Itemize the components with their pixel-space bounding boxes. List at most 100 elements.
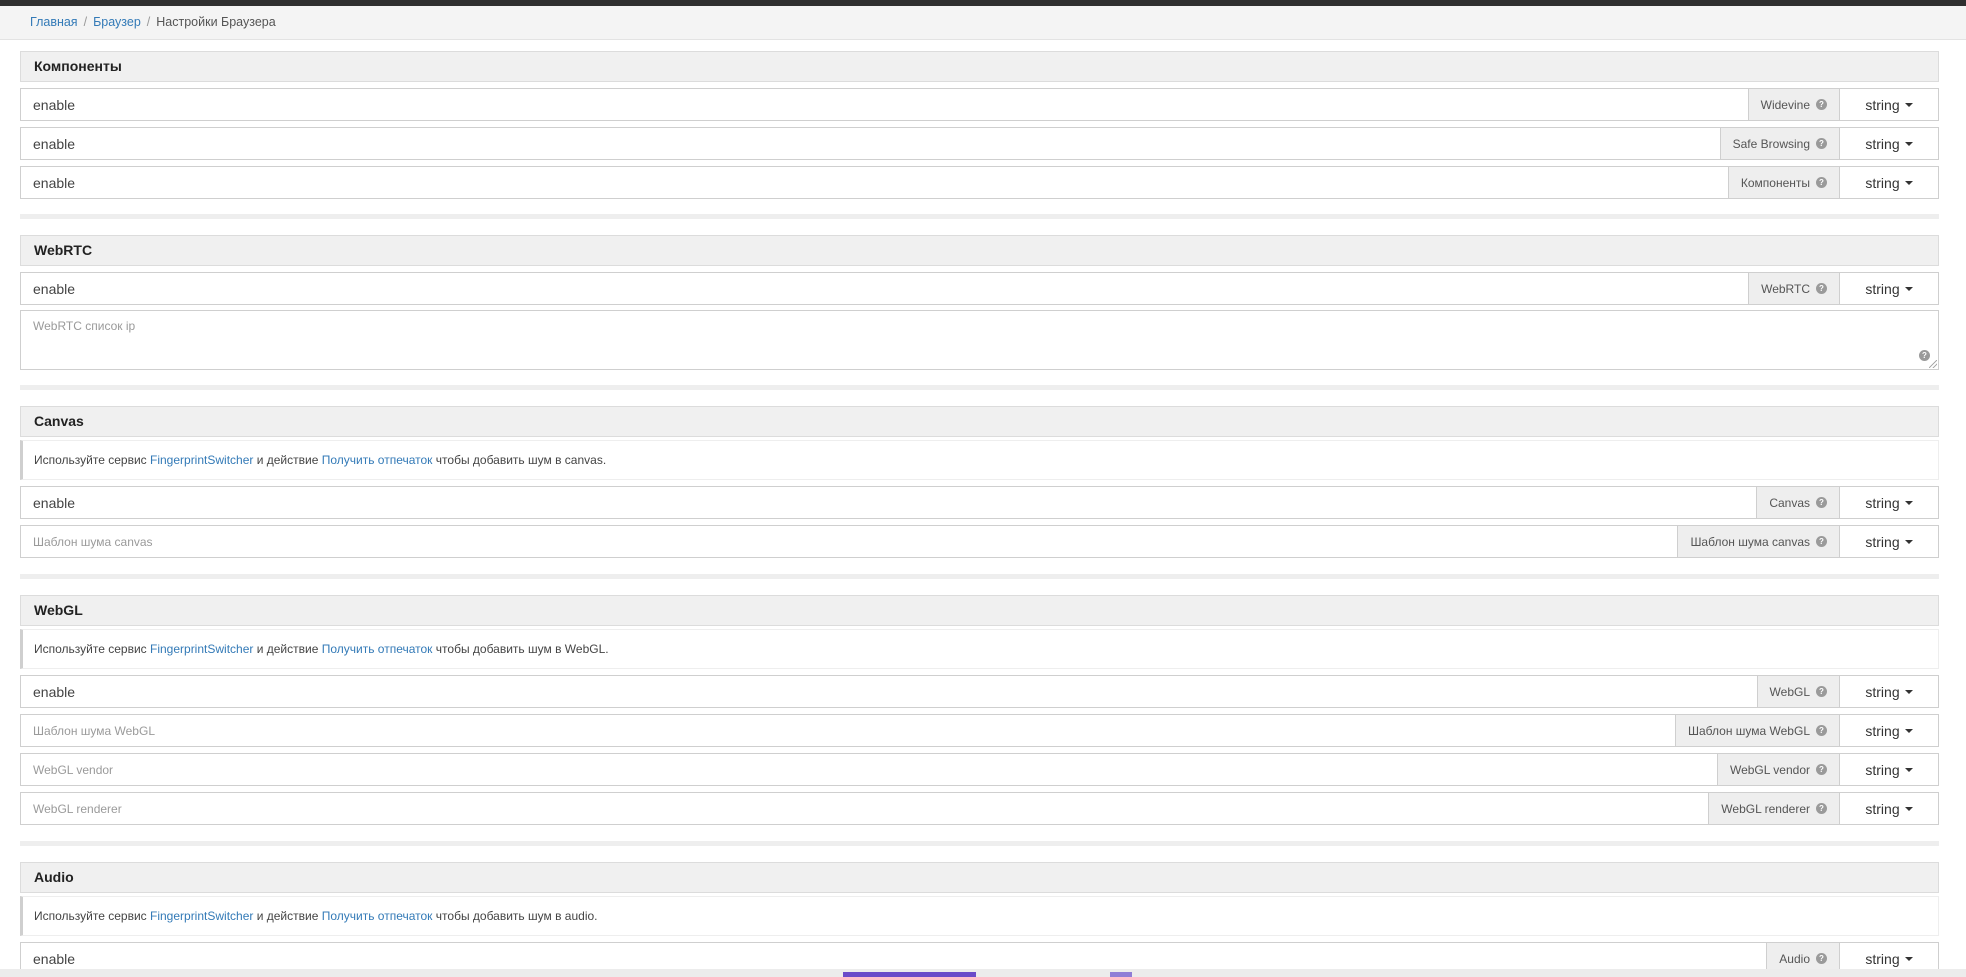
- help-icon[interactable]: ?: [1816, 953, 1827, 964]
- help-icon[interactable]: ?: [1816, 764, 1827, 775]
- get-fingerprint-link[interactable]: Получить отпечаток: [322, 642, 433, 656]
- canvas-input[interactable]: [20, 486, 1757, 519]
- section-divider: [20, 841, 1939, 846]
- webgl-vendor-label-text: WebGL vendor: [1729, 762, 1810, 777]
- help-icon[interactable]: ?: [1816, 497, 1827, 508]
- note-text: чтобы добавить шум в canvas.: [435, 453, 607, 467]
- webgl-label: WebGL?: [1756, 675, 1839, 708]
- canvas-noise-input[interactable]: [20, 525, 1678, 558]
- type-label: string: [1865, 533, 1900, 550]
- help-icon[interactable]: ?: [1816, 177, 1827, 188]
- get-fingerprint-link[interactable]: Получить отпечаток: [322, 453, 433, 467]
- breadcrumb-current: Настройки Браузера: [156, 15, 276, 29]
- components-label-text: Компоненты: [1740, 175, 1810, 190]
- type-label: string: [1865, 950, 1900, 967]
- webgl-type-dropdown[interactable]: string: [1839, 675, 1939, 708]
- webgl-renderer-row: WebGL renderer? string: [20, 792, 1939, 825]
- caret-down-icon: [1904, 500, 1913, 505]
- webgl-noise-label-text: Шаблон шума WebGL: [1688, 723, 1810, 738]
- bottom-indicator: [1110, 972, 1132, 977]
- resize-handle[interactable]: [1929, 360, 1937, 368]
- help-icon[interactable]: ?: [1816, 283, 1827, 294]
- type-label: string: [1865, 800, 1900, 817]
- webgl-renderer-label: WebGL renderer?: [1708, 792, 1839, 825]
- help-icon[interactable]: ?: [1816, 803, 1827, 814]
- bottom-bar: [0, 969, 1966, 977]
- type-label: string: [1865, 761, 1900, 778]
- section-title-canvas: Canvas: [20, 406, 1939, 437]
- note-text: Используйте сервис: [34, 642, 147, 656]
- note-text: и действие: [256, 642, 319, 656]
- get-fingerprint-link[interactable]: Получить отпечаток: [322, 909, 433, 923]
- webrtc-label: WebRTC?: [1748, 272, 1839, 305]
- type-label: string: [1865, 174, 1900, 191]
- webgl-renderer-input[interactable]: [20, 792, 1709, 825]
- canvas-info-note: Используйте сервис FingerprintSwitcher и…: [20, 440, 1939, 480]
- audio-info-note: Используйте сервис FingerprintSwitcher и…: [20, 896, 1939, 936]
- section-divider: [20, 214, 1939, 219]
- widevine-row: Widevine? string: [20, 88, 1939, 121]
- audio-label-text: Audio: [1779, 951, 1810, 966]
- type-label: string: [1865, 96, 1900, 113]
- note-text: и действие: [256, 909, 319, 923]
- webrtc-row: WebRTC? string: [20, 272, 1939, 305]
- webgl-row: WebGL? string: [20, 675, 1939, 708]
- safe-browsing-label: Safe Browsing?: [1719, 127, 1839, 160]
- breadcrumb-home-link[interactable]: Главная: [30, 15, 78, 29]
- breadcrumb: Главная / Браузер / Настройки Браузера: [30, 15, 276, 29]
- widevine-type-dropdown[interactable]: string: [1839, 88, 1939, 121]
- webrtc-type-dropdown[interactable]: string: [1839, 272, 1939, 305]
- webgl-renderer-label-text: WebGL renderer: [1721, 801, 1810, 816]
- help-icon[interactable]: ?: [1816, 725, 1827, 736]
- webgl-label-text: WebGL: [1769, 684, 1810, 699]
- caret-down-icon: [1904, 956, 1913, 961]
- note-text: Используйте сервис: [34, 909, 147, 923]
- components-label: Компоненты?: [1727, 166, 1839, 199]
- canvas-noise-row: Шаблон шума canvas? string: [20, 525, 1939, 558]
- breadcrumb-separator: /: [146, 15, 151, 29]
- caret-down-icon: [1904, 728, 1913, 733]
- breadcrumb-browser-link[interactable]: Браузер: [93, 15, 141, 29]
- bottom-indicator: [843, 972, 976, 977]
- webgl-input[interactable]: [20, 675, 1757, 708]
- section-title-components: Компоненты: [20, 51, 1939, 82]
- caret-down-icon: [1904, 539, 1913, 544]
- webgl-noise-type-dropdown[interactable]: string: [1839, 714, 1939, 747]
- help-icon[interactable]: ?: [1816, 99, 1827, 110]
- fingerprintswitcher-link[interactable]: FingerprintSwitcher: [150, 642, 253, 656]
- safe-browsing-type-dropdown[interactable]: string: [1839, 127, 1939, 160]
- help-icon[interactable]: ?: [1816, 536, 1827, 547]
- caret-down-icon: [1904, 102, 1913, 107]
- widevine-input[interactable]: [20, 88, 1748, 121]
- note-text: чтобы добавить шум в WebGL.: [435, 642, 609, 656]
- note-text: чтобы добавить шум в audio.: [435, 909, 598, 923]
- webgl-noise-input[interactable]: [20, 714, 1675, 747]
- webgl-vendor-row: WebGL vendor? string: [20, 753, 1939, 786]
- components-input[interactable]: [20, 166, 1728, 199]
- webrtc-label-text: WebRTC: [1761, 281, 1810, 296]
- widevine-label-text: Widevine: [1760, 97, 1810, 112]
- webgl-vendor-type-dropdown[interactable]: string: [1839, 753, 1939, 786]
- webgl-vendor-input[interactable]: [20, 753, 1717, 786]
- webrtc-input[interactable]: [20, 272, 1749, 305]
- canvas-row: Canvas? string: [20, 486, 1939, 519]
- safe-browsing-input[interactable]: [20, 127, 1720, 160]
- caret-down-icon: [1904, 141, 1913, 146]
- webrtc-ip-list-textarea[interactable]: [21, 311, 1938, 369]
- note-text: и действие: [256, 453, 319, 467]
- section-divider: [20, 574, 1939, 579]
- canvas-type-dropdown[interactable]: string: [1839, 486, 1939, 519]
- canvas-noise-type-dropdown[interactable]: string: [1839, 525, 1939, 558]
- fingerprintswitcher-link[interactable]: FingerprintSwitcher: [150, 909, 253, 923]
- webgl-renderer-type-dropdown[interactable]: string: [1839, 792, 1939, 825]
- components-type-dropdown[interactable]: string: [1839, 166, 1939, 199]
- breadcrumb-separator: /: [83, 15, 88, 29]
- help-icon[interactable]: ?: [1816, 138, 1827, 149]
- help-icon[interactable]: ?: [1816, 686, 1827, 697]
- webgl-noise-label: Шаблон шума WebGL?: [1675, 714, 1839, 747]
- webgl-noise-row: Шаблон шума WebGL? string: [20, 714, 1939, 747]
- components-row: Компоненты? string: [20, 166, 1939, 199]
- safe-browsing-row: Safe Browsing? string: [20, 127, 1939, 160]
- fingerprintswitcher-link[interactable]: FingerprintSwitcher: [150, 453, 253, 467]
- breadcrumb-bar: Главная / Браузер / Настройки Браузера: [0, 6, 1966, 40]
